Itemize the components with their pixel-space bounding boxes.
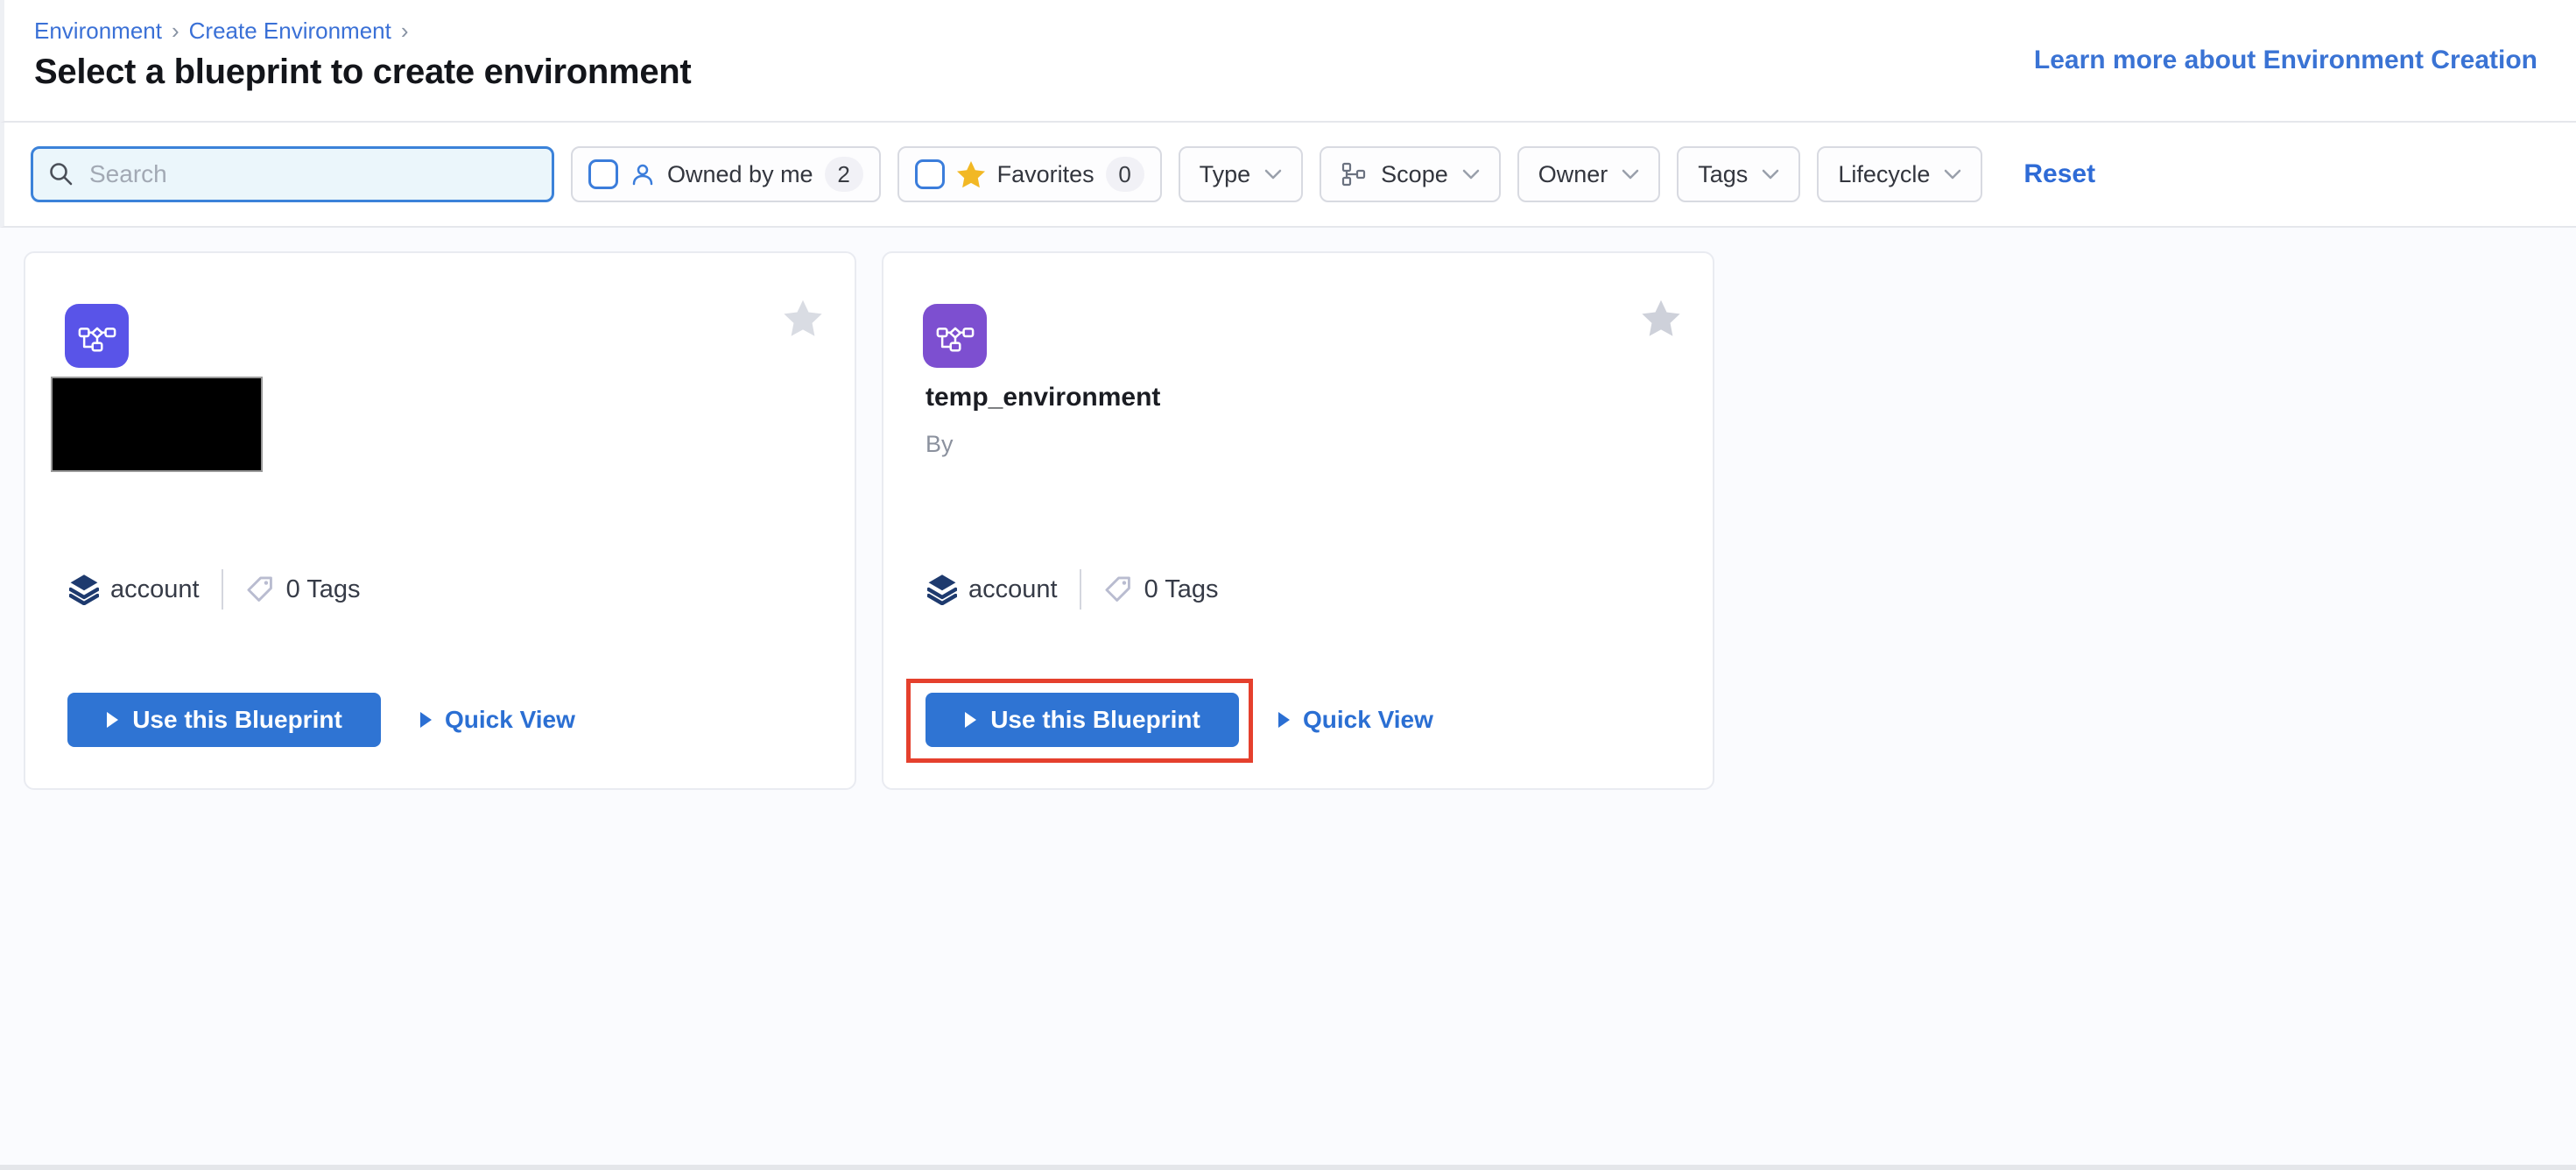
card-meta-row: account 0 Tags (69, 568, 361, 610)
page-header: Environment › Create Environment › Selec… (0, 0, 2576, 123)
play-triangle-icon (1277, 711, 1291, 729)
chevron-down-icon (1264, 168, 1282, 180)
meta-divider (222, 569, 223, 610)
quick-view-link[interactable]: Quick View (419, 706, 575, 734)
blueprint-flowchart-icon (923, 304, 987, 368)
use-button-label: Use this Blueprint (990, 706, 1200, 734)
scope-value: account (110, 575, 200, 604)
owner-dropdown-label: Owner (1538, 161, 1608, 188)
filter-dropdown-scope[interactable]: Scope (1320, 146, 1501, 202)
magnifier-icon (47, 160, 75, 188)
blueprint-flowchart-icon (65, 304, 129, 368)
breadcrumb-separator: › (172, 18, 179, 45)
blueprint-card-grid: account 0 Tags Use this Blueprint (0, 228, 2576, 790)
quick-view-label: Quick View (1303, 706, 1433, 734)
tag-icon (1103, 574, 1133, 604)
card-meta-row: account 0 Tags (927, 568, 1219, 610)
favorites-count-badge: 0 (1106, 157, 1144, 192)
play-triangle-icon (964, 711, 977, 729)
blueprint-card: account 0 Tags Use this Blueprint (24, 251, 856, 790)
use-button-label: Use this Blueprint (132, 706, 342, 734)
chevron-down-icon (1622, 168, 1639, 180)
filter-bar: Owned by me 2 Favorites 0 Type (0, 123, 2576, 228)
reset-filters-button[interactable]: Reset (2023, 159, 2095, 189)
favorite-star-icon[interactable] (1641, 299, 1681, 342)
type-dropdown-label: Type (1200, 161, 1251, 188)
person-icon (630, 161, 656, 187)
layers-icon (927, 574, 957, 605)
scope-value: account (968, 575, 1058, 604)
favorite-star-icon[interactable] (783, 299, 823, 342)
filter-favorites[interactable]: Favorites 0 (897, 146, 1162, 202)
filter-dropdown-tags[interactable]: Tags (1677, 146, 1800, 202)
chevron-down-icon (1762, 168, 1779, 180)
use-this-blueprint-button[interactable]: Use this Blueprint (67, 693, 381, 747)
filter-dropdown-lifecycle[interactable]: Lifecycle (1817, 146, 1982, 202)
hierarchy-icon (1341, 161, 1367, 187)
filter-dropdown-type[interactable]: Type (1179, 146, 1304, 202)
tags-count-label: 0 Tags (1144, 575, 1219, 604)
meta-divider (1080, 569, 1081, 610)
layers-icon (69, 574, 99, 605)
breadcrumb-separator: › (401, 18, 409, 45)
tag-icon (245, 574, 275, 604)
filter-dropdown-owner[interactable]: Owner (1517, 146, 1661, 202)
blueprint-card: temp_environment By account (882, 251, 1714, 790)
tags-count-label: 0 Tags (286, 575, 361, 604)
star-icon (956, 160, 986, 188)
owned-by-me-count-badge: 2 (825, 157, 863, 192)
card-actions: Use this Blueprint Quick View (926, 693, 1433, 747)
breadcrumb-create-environment[interactable]: Create Environment (189, 18, 391, 45)
blueprint-name: temp_environment (926, 383, 1160, 412)
favorites-checkbox[interactable] (915, 159, 945, 189)
breadcrumb: Environment › Create Environment › (34, 18, 2576, 45)
play-triangle-icon (419, 711, 433, 729)
card-actions: Use this Blueprint Quick View (67, 693, 575, 747)
tags-dropdown-label: Tags (1698, 161, 1748, 188)
filter-owned-by-me[interactable]: Owned by me 2 (571, 146, 881, 202)
owned-by-me-checkbox[interactable] (588, 159, 618, 189)
quick-view-label: Quick View (445, 706, 575, 734)
search-input[interactable] (88, 159, 538, 189)
redacted-blueprint-name (51, 377, 263, 472)
bottom-edge-strip (0, 1165, 2576, 1170)
learn-more-link[interactable]: Learn more about Environment Creation (2034, 46, 2537, 75)
chevron-down-icon (1944, 168, 1961, 180)
search-box (31, 146, 554, 202)
breadcrumb-environment[interactable]: Environment (34, 18, 162, 45)
blueprint-selection-page: Environment › Create Environment › Selec… (0, 0, 2576, 1170)
quick-view-link[interactable]: Quick View (1277, 706, 1433, 734)
use-this-blueprint-button[interactable]: Use this Blueprint (926, 693, 1239, 747)
owned-by-me-label: Owned by me (667, 161, 813, 188)
scope-dropdown-label: Scope (1381, 161, 1448, 188)
lifecycle-dropdown-label: Lifecycle (1838, 161, 1930, 188)
chevron-down-icon (1462, 168, 1480, 180)
favorites-label: Favorites (997, 161, 1094, 188)
blueprint-author-label: By (926, 431, 954, 458)
play-triangle-icon (106, 711, 119, 729)
